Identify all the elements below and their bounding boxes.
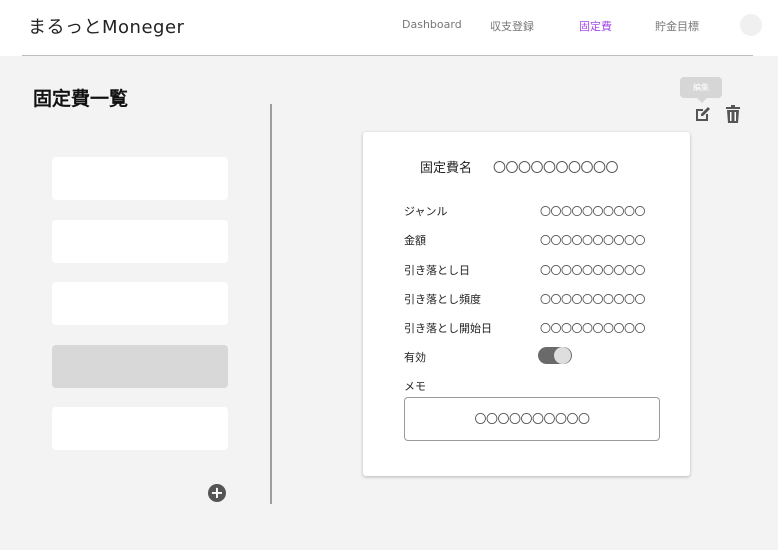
trash-icon — [726, 105, 740, 123]
edit-tooltip: 編集 — [680, 77, 722, 103]
fixed-cost-list-item[interactable] — [52, 282, 228, 325]
debit-start-date-value: 〇〇〇〇〇〇〇〇〇〇 — [540, 322, 646, 335]
add-fixed-cost-button[interactable]: + — [208, 484, 226, 502]
nav-dashboard[interactable]: Dashboard — [402, 18, 462, 31]
memo-label: メモ — [404, 380, 426, 393]
active-toggle[interactable] — [538, 347, 572, 364]
fixed-cost-list-item[interactable] — [52, 220, 228, 263]
genre-label: ジャンル — [404, 205, 448, 218]
nav-savings-goal[interactable]: 貯金目標 — [655, 18, 699, 34]
debit-frequency-label: 引き落とし頻度 — [404, 293, 481, 306]
nav-income-expense-entry[interactable]: 収支登録 — [490, 18, 534, 34]
delete-button[interactable] — [723, 104, 743, 124]
edit-button[interactable] — [693, 104, 713, 124]
toggle-knob — [554, 347, 571, 364]
nav-fixed-costs[interactable]: 固定費 — [579, 18, 612, 34]
debit-frequency-value: 〇〇〇〇〇〇〇〇〇〇 — [540, 293, 646, 306]
fixed-cost-list-item[interactable] — [52, 157, 228, 200]
fixed-cost-list-item-selected[interactable] — [52, 345, 228, 388]
fixed-cost-name-label: 固定費名 — [420, 161, 473, 176]
fixed-cost-detail-card: 固定費名 〇〇〇〇〇〇〇〇〇〇 ジャンル 〇〇〇〇〇〇〇〇〇〇 金額 〇〇〇〇〇… — [363, 132, 690, 476]
edit-icon — [696, 107, 710, 121]
active-label: 有効 — [404, 351, 426, 364]
panel-divider — [270, 104, 272, 504]
fixed-cost-name-value: 〇〇〇〇〇〇〇〇〇〇 — [493, 161, 619, 176]
amount-value: 〇〇〇〇〇〇〇〇〇〇 — [540, 234, 646, 247]
debit-day-value: 〇〇〇〇〇〇〇〇〇〇 — [540, 264, 646, 277]
header-divider — [22, 55, 753, 56]
avatar[interactable] — [740, 14, 762, 36]
page-title: 固定費一覧 — [33, 88, 129, 110]
app-logo[interactable]: まるっとMoneger — [28, 13, 184, 39]
app-header: まるっとMoneger Dashboard 収支登録 固定費 貯金目標 — [0, 0, 778, 56]
debit-day-label: 引き落とし日 — [404, 264, 470, 277]
plus-circle-icon: + — [210, 483, 224, 502]
debit-start-date-label: 引き落とし開始日 — [404, 322, 492, 335]
fixed-cost-list-item[interactable] — [52, 407, 228, 450]
amount-label: 金額 — [404, 234, 426, 247]
genre-value: 〇〇〇〇〇〇〇〇〇〇 — [540, 205, 646, 218]
memo-field[interactable]: 〇〇〇〇〇〇〇〇〇〇 — [404, 397, 660, 441]
